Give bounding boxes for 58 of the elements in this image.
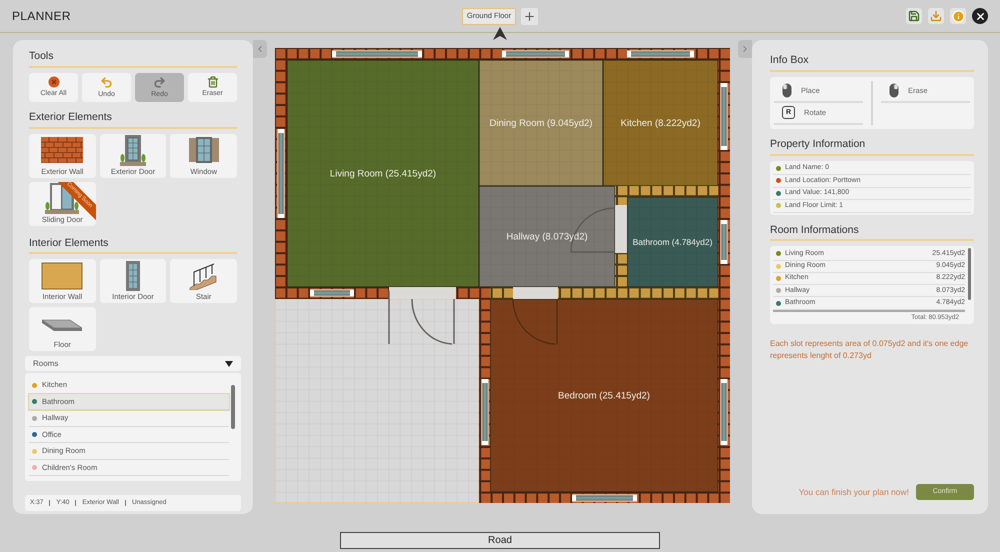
add-floor-button[interactable]: [521, 8, 538, 24]
window: [502, 50, 569, 58]
room-area[interactable]: Hallway (8.073yd2): [479, 186, 615, 287]
room-area[interactable]: Bathroom (4.784yd2): [627, 197, 718, 287]
room-area[interactable]: Kitchen (8.222yd2): [603, 60, 718, 186]
window: [572, 494, 637, 502]
door-icon: [124, 260, 141, 291]
rooms-dropdown[interactable]: Rooms: [25, 356, 241, 372]
download-icon: [930, 10, 942, 22]
floppy-icon: [908, 10, 920, 22]
room-label: Hallway (8.073yd2): [506, 232, 588, 242]
door: [512, 287, 558, 345]
scrollbar-thumb[interactable]: [968, 248, 971, 300]
window: [310, 289, 354, 297]
window: [720, 379, 728, 445]
section-title: Tools: [29, 49, 237, 68]
wall-panel-icon: [41, 262, 84, 290]
undo-icon: [100, 76, 113, 89]
mouse-icon: [889, 83, 899, 98]
info-icon: [952, 10, 964, 22]
section-title: Info Box: [770, 53, 974, 72]
room-label: Kitchen (8.222yd2): [620, 118, 700, 129]
window: [481, 379, 489, 445]
close-icon: [974, 10, 986, 22]
brick-wall-icon: [41, 137, 84, 163]
window: [720, 83, 728, 150]
scrollbar-thumb[interactable]: [231, 385, 235, 430]
mouse-icon: [782, 83, 792, 98]
plus-icon: [523, 10, 536, 22]
door-icon: [120, 134, 146, 166]
close-button[interactable]: [972, 8, 988, 24]
section-title: Exterior Elements: [29, 110, 237, 128]
room-label: Living Room (25.415yd2): [330, 168, 436, 180]
room-area[interactable]: Living Room (25.415yd2): [287, 60, 479, 287]
download-button[interactable]: [928, 8, 944, 24]
section-title: Interior Elements: [29, 236, 237, 254]
collapse-tab[interactable]: [253, 40, 267, 58]
room-label: Bathroom (4.784yd2): [632, 237, 712, 247]
app-title: PLANNER: [12, 8, 72, 25]
redo-icon: [153, 76, 166, 89]
road-label: Road: [340, 532, 660, 549]
info-button[interactable]: [950, 8, 966, 24]
door: [388, 287, 456, 345]
window: [627, 50, 694, 58]
room-label: Bedroom (25.415yd2): [558, 390, 650, 402]
clear-icon: [48, 76, 60, 88]
section-title: Room Informations: [770, 222, 974, 242]
trash-icon: [206, 76, 218, 88]
collapse-tab[interactable]: [738, 40, 752, 58]
finish-message: You can finish your plan now!: [798, 486, 909, 498]
room-area[interactable]: Bedroom (25.415yd2): [490, 299, 718, 492]
window-icon: [188, 136, 219, 164]
window: [720, 220, 728, 264]
section-title: Property Information: [770, 136, 974, 156]
room-label: Dining Room (9.045yd2): [490, 118, 592, 129]
save-button[interactable]: [906, 8, 922, 24]
scale-note: Each slot represents area of 0.075yd2 and it's one edge represents lenght of 0.273yd: [770, 338, 970, 362]
dropdown-arrow-icon: [225, 360, 233, 367]
